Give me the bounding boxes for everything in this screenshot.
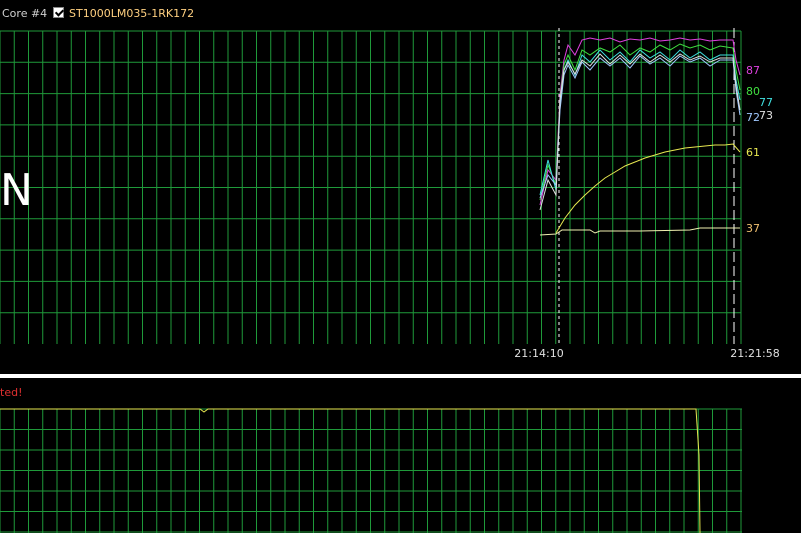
load-graph — [0, 408, 742, 533]
bottom-grid — [0, 408, 742, 533]
